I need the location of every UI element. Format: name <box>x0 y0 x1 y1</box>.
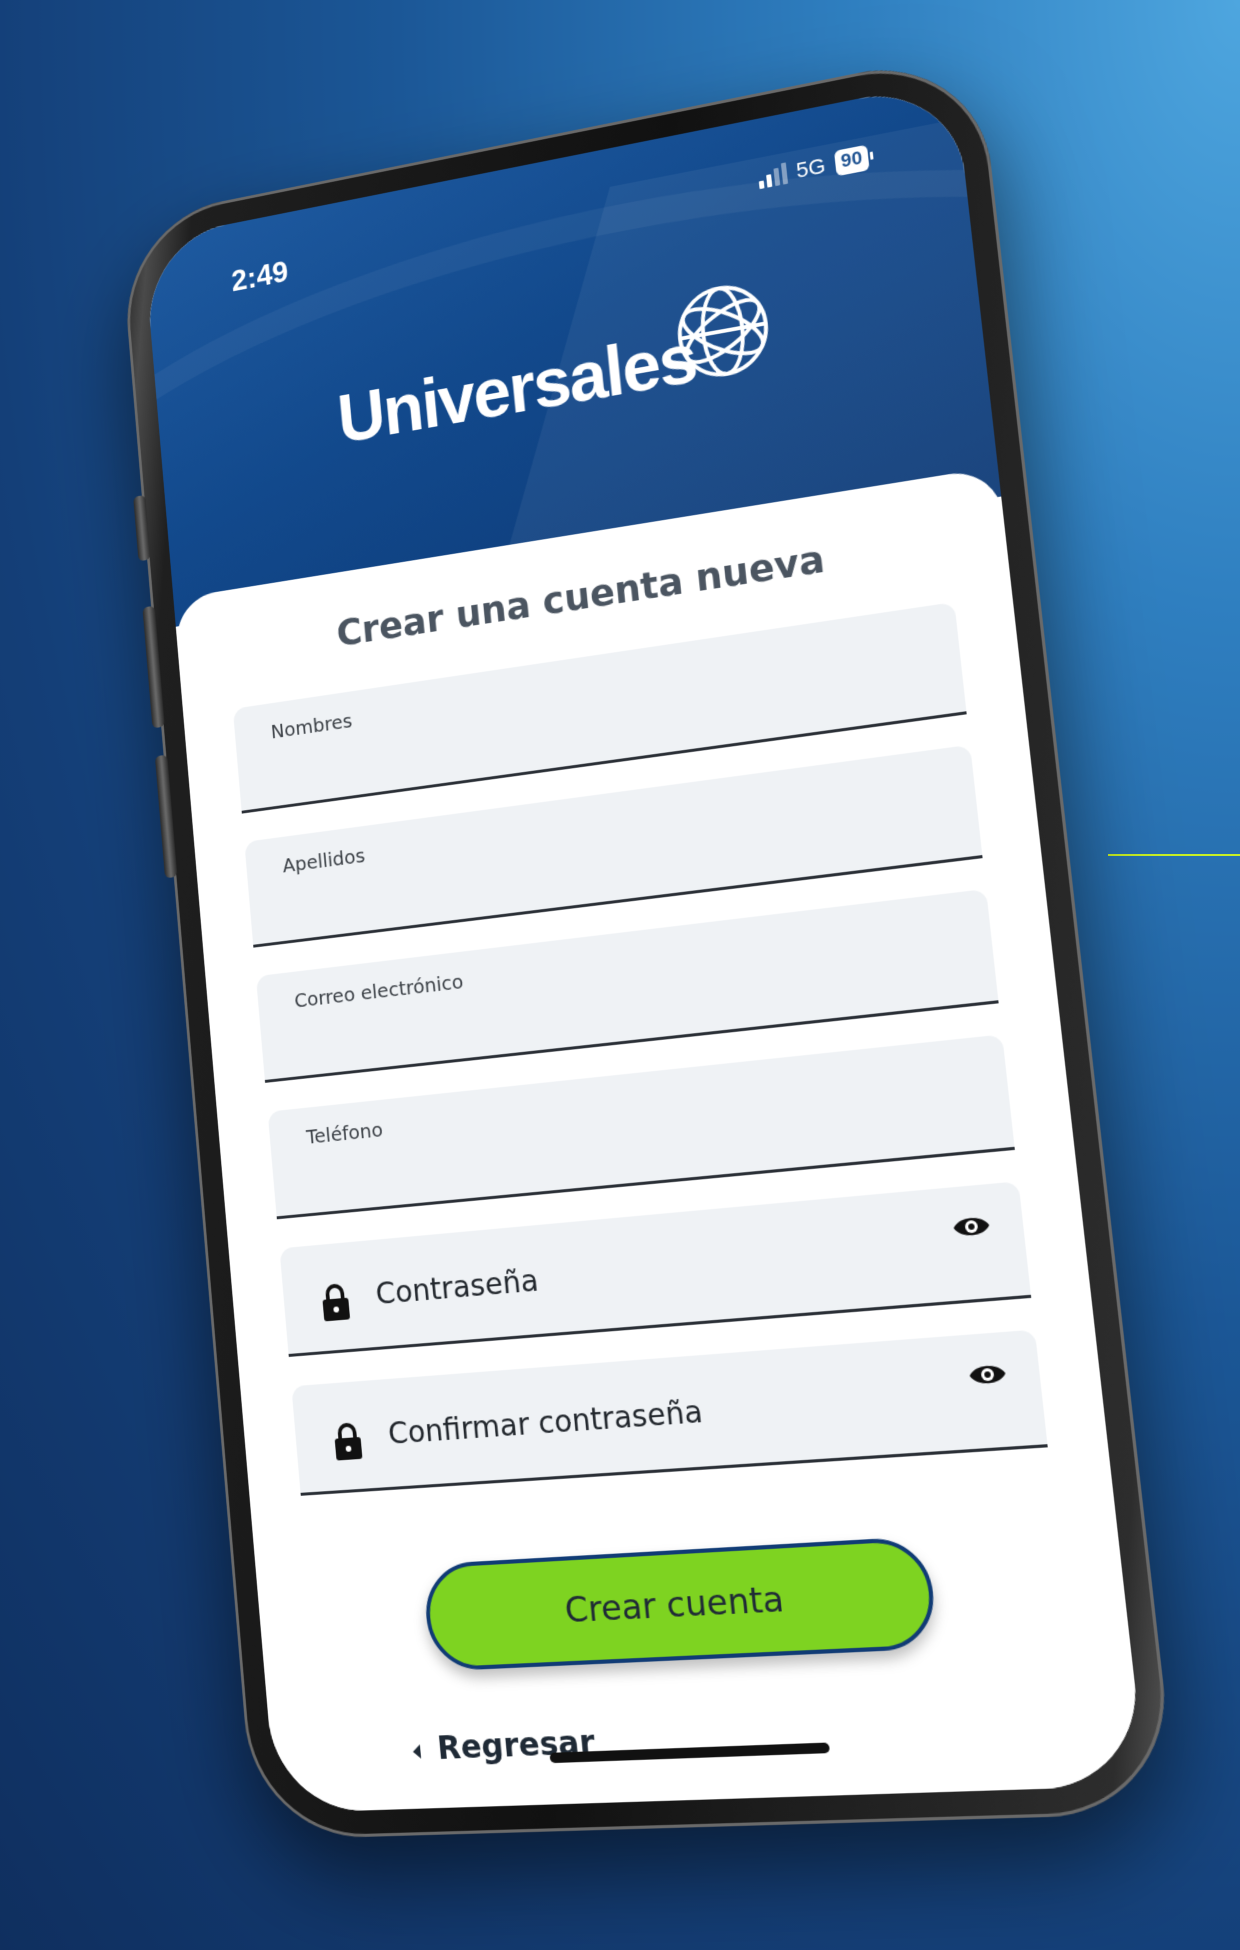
signal-icon <box>757 162 788 190</box>
confirm-password-field[interactable]: Confirmar contraseña <box>291 1329 1048 1496</box>
phone-label: Teléfono <box>305 1117 384 1149</box>
signup-form: Nombres Apellidos Correo electrónico Tel… <box>183 593 1107 1499</box>
globe-logo-icon <box>664 268 783 398</box>
create-account-button[interactable]: Crear cuenta <box>421 1535 939 1672</box>
back-link[interactable]: Regresar <box>409 1700 1141 1768</box>
password-placeholder: Contraseña <box>374 1263 540 1313</box>
brand-name: Universales <box>334 318 700 459</box>
chevron-left-icon <box>409 1729 424 1768</box>
eye-icon[interactable] <box>950 1209 994 1248</box>
battery-icon: 90 <box>833 144 870 177</box>
phone-mockup: 2:49 5G 90 Universales Crear una cuenta … <box>118 48 1178 1841</box>
last-name-label: Apellidos <box>281 843 366 878</box>
brand-logo: Universales <box>158 267 985 490</box>
eye-icon[interactable] <box>966 1357 1010 1396</box>
lock-icon <box>319 1282 352 1328</box>
status-indicators: 5G 90 <box>757 144 870 192</box>
lock-icon <box>331 1421 364 1467</box>
network-type: 5G <box>794 152 827 183</box>
signup-card: Crear una cuenta nueva Nombres Apellidos… <box>173 466 1147 1814</box>
first-name-label: Nombres <box>269 708 354 744</box>
status-time: 2:49 <box>229 253 290 298</box>
confirm-password-placeholder: Confirmar contraseña <box>386 1394 705 1452</box>
decorative-accent-line <box>1108 854 1240 856</box>
email-label: Correo electrónico <box>293 969 465 1013</box>
